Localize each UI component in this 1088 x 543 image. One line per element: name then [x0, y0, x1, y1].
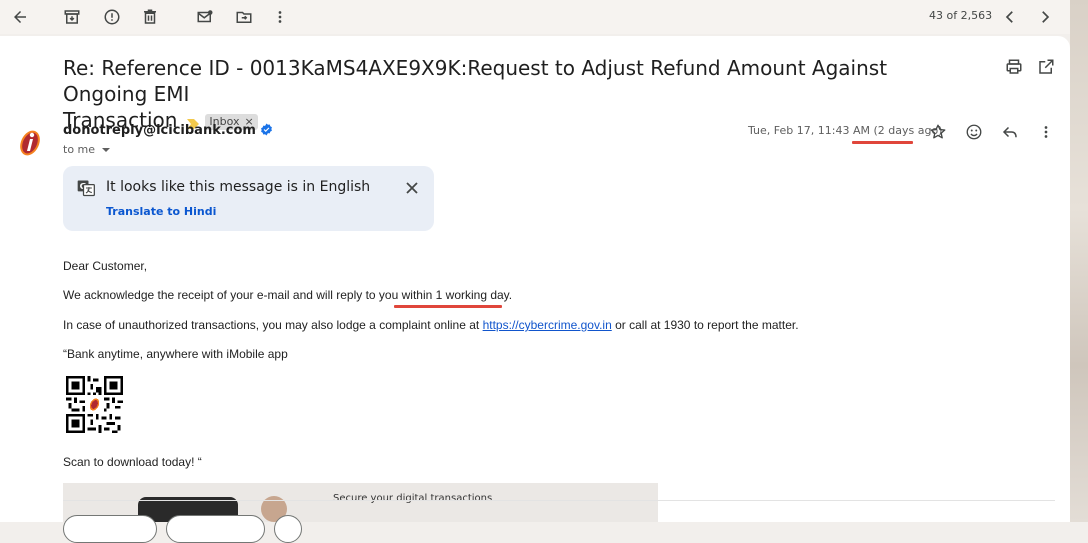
email-date: Tue, Feb 17, 11:43 AM (2 days ago): [748, 124, 942, 137]
greeting-text: Dear Customer,: [63, 259, 148, 273]
translate-banner: G It looks like this message is in Engli…: [63, 166, 434, 231]
highlight-underline-date: [852, 141, 913, 144]
complaint-text: In case of unauthorized transactions, yo…: [63, 318, 483, 332]
chevron-right-icon[interactable]: [1033, 5, 1057, 29]
recipients-label: to me: [63, 143, 96, 156]
verified-badge-icon: [260, 123, 273, 140]
scan-to-download-text: Scan to download today! “: [63, 455, 202, 469]
complaint-text-end: or call at 1930 to report the matter.: [611, 318, 799, 332]
more-vert-icon[interactable]: [268, 5, 292, 29]
forward-button[interactable]: [166, 515, 265, 543]
reply-icon[interactable]: [999, 121, 1021, 143]
highlight-underline-timeframe: [394, 305, 502, 308]
emoji-reaction-icon[interactable]: [963, 121, 985, 143]
date-absolute: Tue, Feb 17, 11:43 AM: [748, 124, 870, 137]
chevron-left-icon[interactable]: [998, 5, 1022, 29]
body-paragraph-2: In case of unauthorized transactions, yo…: [63, 318, 799, 332]
translate-icon: G: [76, 178, 96, 203]
pager-count: 43 of 2,563: [929, 9, 993, 22]
recipients-toggle[interactable]: to me: [63, 143, 110, 156]
reply-button[interactable]: [63, 515, 157, 543]
subject-line-1: Re: Reference ID - 0013KaMS4AXE9X9K:Requ…: [63, 56, 888, 106]
promo-banner-text: Secure your digital transactions: [333, 493, 493, 504]
print-icon[interactable]: [1003, 56, 1025, 78]
imobile-promo-text: “Bank anytime, anywhere with iMobile app: [63, 347, 288, 361]
qr-code-image: [66, 376, 123, 433]
divider: [63, 500, 1055, 501]
translate-message: It looks like this message is in English: [106, 179, 371, 195]
delete-icon[interactable]: [138, 5, 162, 29]
more-options-icon[interactable]: [1035, 121, 1057, 143]
move-to-icon[interactable]: [232, 5, 256, 29]
report-spam-icon[interactable]: [100, 5, 124, 29]
body-paragraph-1: We acknowledge the receipt of your e-mai…: [63, 288, 512, 302]
back-arrow-icon[interactable]: [8, 5, 32, 29]
sender-line: donotreply@icicibank.com: [63, 123, 273, 140]
translate-to-hindi-link[interactable]: Translate to Hindi: [106, 205, 216, 218]
cybercrime-link[interactable]: https://cybercrime.gov.in: [483, 318, 612, 332]
desktop-background: [1070, 0, 1088, 522]
toolbar: 43 of 2,563: [0, 0, 1070, 34]
reply-timeframe-text: within 1 working day.: [401, 288, 513, 302]
sender-email[interactable]: donotreply@icicibank.com: [63, 123, 256, 138]
star-icon[interactable]: [927, 121, 949, 143]
promo-banner-image: Secure your digital transactions: [63, 483, 658, 522]
close-icon[interactable]: [403, 179, 421, 197]
mark-unread-icon[interactable]: [193, 5, 217, 29]
open-in-new-window-icon[interactable]: [1035, 56, 1057, 78]
emoji-button[interactable]: [274, 515, 302, 543]
chevron-down-icon: [101, 148, 110, 152]
acknowledge-text: We acknowledge the receipt of your e-mai…: [63, 288, 402, 302]
archive-icon[interactable]: [60, 5, 84, 29]
icici-logo-avatar: [14, 126, 46, 158]
